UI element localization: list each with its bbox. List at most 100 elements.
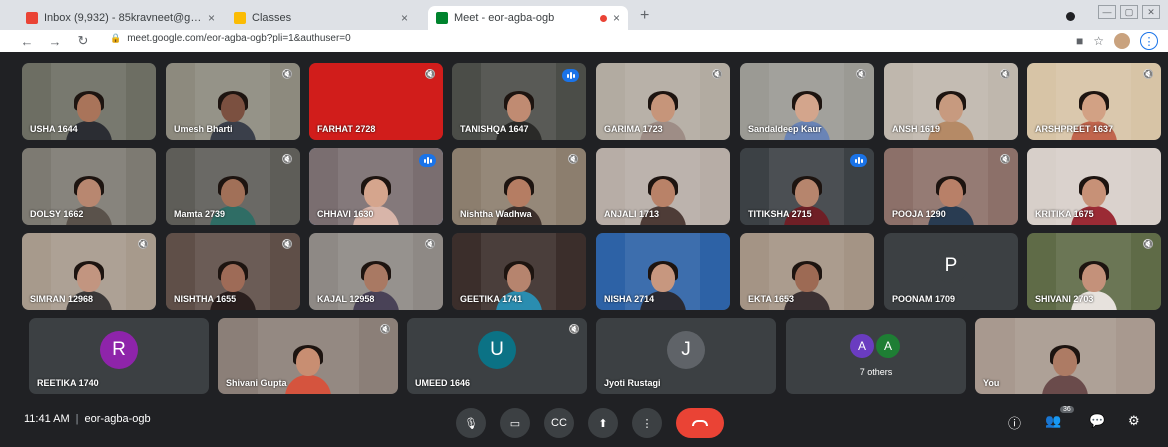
- participant-tile[interactable]: KRITIKA 1675: [1027, 148, 1161, 225]
- window-close-icon[interactable]: ✕: [1142, 5, 1160, 19]
- minimize-icon[interactable]: —: [1098, 5, 1116, 19]
- meeting-code: eor-agba-ogb: [84, 413, 151, 425]
- participant-name: KRITIKA 1675: [1035, 209, 1094, 219]
- tab-meet[interactable]: Meet - eor-agba-ogb ×: [428, 6, 628, 30]
- mic-muted-icon: 🔇: [711, 69, 723, 79]
- participant-name: Umesh Bharti: [174, 124, 233, 134]
- mic-muted-icon: 🔇: [568, 324, 580, 334]
- participant-tile[interactable]: Nishtha Wadhwa 🔇: [452, 148, 586, 225]
- participant-tile[interactable]: CHHAVI 1630: [309, 148, 443, 225]
- participant-tile[interactable]: ANJALI 1713: [596, 148, 730, 225]
- tab-label: Classes: [252, 12, 292, 24]
- participant-name: ARSHPREET 1637: [1035, 124, 1114, 134]
- browser-menu-icon[interactable]: ⋮: [1140, 32, 1158, 50]
- media-indicator-icon: [1066, 12, 1075, 21]
- people-icon[interactable]: 👥: [1045, 413, 1061, 429]
- mic-muted-icon: 🔇: [999, 154, 1011, 164]
- mic-button[interactable]: 🎙: [456, 408, 486, 438]
- forward-icon[interactable]: →: [46, 34, 64, 49]
- participant-name: GEETIKA 1741: [460, 294, 523, 304]
- participant-tile[interactable]: TITIKSHA 2715: [740, 148, 874, 225]
- participant-tile[interactable]: POOJA 1290 🔇: [884, 148, 1018, 225]
- participant-tile[interactable]: Mamta 2739 🔇: [166, 148, 300, 225]
- participant-name: ANSH 1619: [892, 124, 941, 134]
- more-options-button[interactable]: ⋮: [632, 408, 662, 438]
- participant-name: POOJA 1290: [892, 209, 946, 219]
- new-tab-button[interactable]: +: [640, 8, 649, 24]
- participant-tile[interactable]: USHA 1644: [22, 63, 156, 140]
- maximize-icon[interactable]: ▢: [1120, 5, 1138, 19]
- lock-icon: 🔒: [110, 33, 122, 43]
- participant-video-person: [285, 345, 331, 394]
- mic-muted-icon: 🔇: [281, 239, 293, 249]
- participant-tile[interactable]: You: [975, 318, 1155, 394]
- mic-muted-icon: 🔇: [281, 69, 293, 79]
- participant-tile[interactable]: Sandaldeep Kaur 🔇: [740, 63, 874, 140]
- participant-tile[interactable]: ANSH 1619 🔇: [884, 63, 1018, 140]
- participant-tile[interactable]: P POONAM 1709: [884, 233, 1018, 310]
- participant-tile[interactable]: SIMRAN 12968 🔇: [22, 233, 156, 310]
- participant-tile[interactable]: NISHA 2714: [596, 233, 730, 310]
- participant-tile[interactable]: TANISHQA 1647: [452, 63, 586, 140]
- participant-tile[interactable]: ARSHPREET 1637 🔇: [1027, 63, 1161, 140]
- mic-muted-icon: 🔇: [137, 239, 149, 249]
- participant-tile[interactable]: U UMEED 1646 🔇: [407, 318, 587, 394]
- speaking-indicator-icon: [850, 154, 867, 167]
- url-text: meet.google.com/eor-agba-ogb?pli=1&authu…: [127, 33, 351, 44]
- url-field[interactable]: 🔒 meet.google.com/eor-agba-ogb?pli=1&aut…: [110, 33, 351, 44]
- close-icon[interactable]: ×: [613, 11, 620, 25]
- participant-name: USHA 1644: [30, 124, 78, 134]
- participant-avatar: P: [934, 249, 968, 283]
- camera-indicator-icon[interactable]: ■: [1076, 34, 1083, 48]
- mic-muted-icon: 🔇: [424, 239, 436, 249]
- end-call-button[interactable]: [676, 408, 724, 438]
- close-icon[interactable]: ×: [208, 11, 215, 25]
- meeting-details: 11:41 AM | eor-agba-ogb: [24, 413, 151, 425]
- tab-label: Meet - eor-agba-ogb: [454, 12, 555, 24]
- participant-name: Nishtha Wadhwa: [460, 209, 532, 219]
- participant-tile[interactable]: FARHAT 2728 🔇: [309, 63, 443, 140]
- participant-tile[interactable]: GARIMA 1723 🔇: [596, 63, 730, 140]
- participant-name: NISHA 2714: [604, 294, 655, 304]
- activities-icon[interactable]: ⚙: [1128, 413, 1140, 429]
- meeting-time: 11:41 AM: [24, 413, 70, 425]
- present-button[interactable]: ⬆: [588, 408, 618, 438]
- participant-name: UMEED 1646: [415, 378, 471, 388]
- meeting-control-bar: 11:41 AM | eor-agba-ogb 🎙 ▭ CC ⬆ ⋮ ⓘ 👥 36 …: [0, 399, 1168, 447]
- participant-tile[interactable]: J Jyoti Rustagi: [596, 318, 776, 394]
- participant-tile[interactable]: AA 7 others: [786, 318, 966, 394]
- participant-tile[interactable]: DOLSY 1662: [22, 148, 156, 225]
- participant-tile[interactable]: EKTA 1653: [740, 233, 874, 310]
- camera-button[interactable]: ▭: [500, 408, 530, 438]
- participant-tile[interactable]: GEETIKA 1741: [452, 233, 586, 310]
- back-icon[interactable]: ←: [18, 34, 36, 49]
- participant-name: Jyoti Rustagi: [604, 378, 661, 388]
- participant-tile[interactable]: R REETIKA 1740: [29, 318, 209, 394]
- info-icon[interactable]: ⓘ: [1008, 413, 1021, 432]
- reload-icon[interactable]: ↻: [74, 33, 92, 49]
- tab-gmail[interactable]: Inbox (9,932) - 85kravneet@gmail.com ×: [18, 6, 223, 30]
- address-bar: ← → ↻ 🔒 meet.google.com/eor-agba-ogb?pli…: [0, 30, 1168, 52]
- bookmark-star-icon[interactable]: ☆: [1093, 34, 1104, 48]
- profile-avatar[interactable]: [1114, 33, 1130, 49]
- close-icon[interactable]: ×: [401, 11, 408, 25]
- chat-icon[interactable]: 💬: [1089, 413, 1105, 429]
- tab-classes[interactable]: Classes ×: [226, 6, 416, 30]
- participant-tile[interactable]: KAJAL 12958 🔇: [309, 233, 443, 310]
- participant-name: KAJAL 12958: [317, 294, 375, 304]
- mic-muted-icon: 🔇: [281, 154, 293, 164]
- participant-name: TANISHQA 1647: [460, 124, 529, 134]
- captions-button[interactable]: CC: [544, 408, 574, 438]
- participant-tile[interactable]: SHIVANI 2703 🔇: [1027, 233, 1161, 310]
- participant-name: EKTA 1653: [748, 294, 795, 304]
- participant-name: SIMRAN 12968: [30, 294, 94, 304]
- tab-label: Inbox (9,932) - 85kravneet@gmail.com: [44, 12, 202, 24]
- participant-tile[interactable]: Umesh Bharti 🔇: [166, 63, 300, 140]
- participant-name: ANJALI 1713: [604, 209, 660, 219]
- participant-tile[interactable]: NISHTHA 1655 🔇: [166, 233, 300, 310]
- participant-name: SHIVANI 2703: [1035, 294, 1094, 304]
- participant-name: Mamta 2739: [174, 209, 226, 219]
- participant-tile[interactable]: Shivani Gupta 🔇: [218, 318, 398, 394]
- participant-name: TITIKSHA 2715: [748, 209, 812, 219]
- other-participant-avatar: A: [850, 334, 874, 358]
